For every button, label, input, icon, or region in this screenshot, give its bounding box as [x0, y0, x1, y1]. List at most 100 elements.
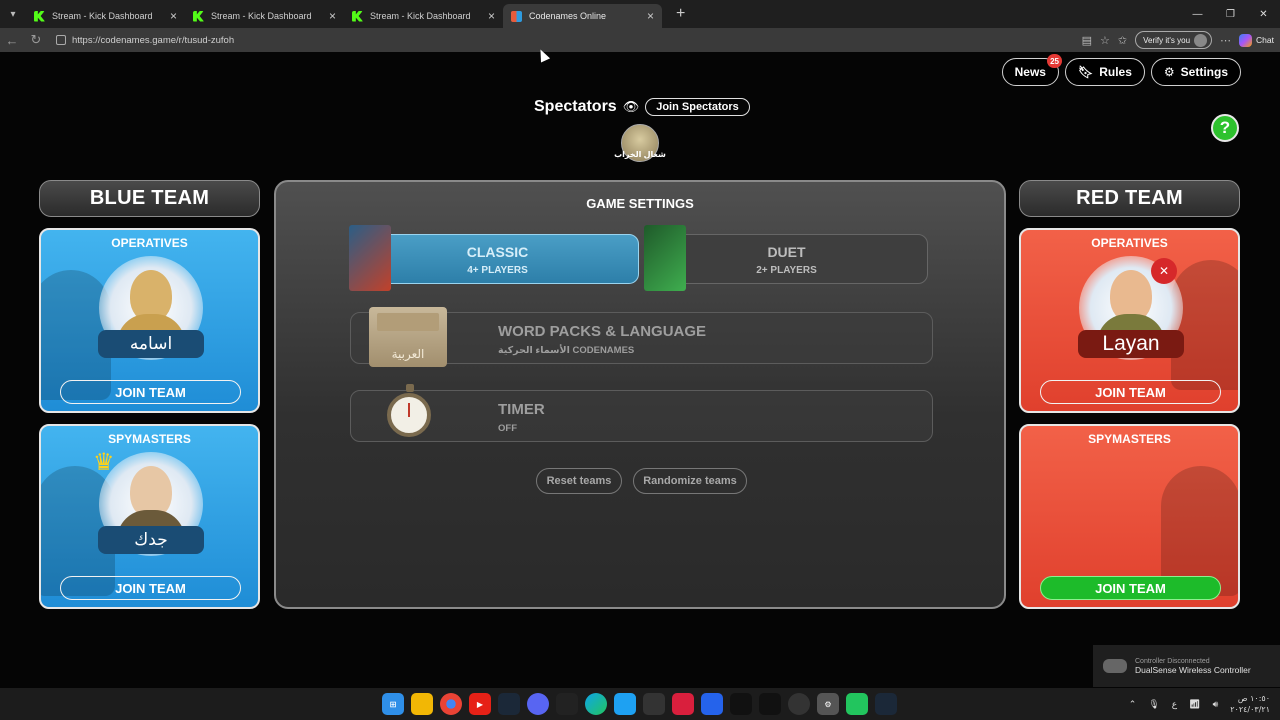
background-character: [1171, 260, 1238, 390]
spectators-header: Spectators 👁︎ Join Spectators: [534, 98, 750, 116]
kick-icon: [193, 10, 204, 22]
spectator-name: شغال الخراب: [614, 150, 666, 159]
reload-icon[interactable]: ↻: [24, 32, 48, 48]
join-team-button[interactable]: JOIN TEAM: [1040, 576, 1221, 600]
mode-name: DUET: [767, 244, 806, 260]
settings-button[interactable]: ⚙ Settings: [1150, 58, 1241, 86]
mic-icon[interactable]: 🎙︎: [1148, 699, 1159, 710]
chrome-icon[interactable]: [440, 693, 462, 715]
address-bar: ← ↻ https://codenames.game/r/tusud-zufoh…: [0, 28, 1280, 52]
copilot-chat-button[interactable]: Chat: [1239, 33, 1274, 47]
tab-label: Stream - Kick Dashboard: [370, 11, 471, 21]
verify-button[interactable]: Verify it's you: [1135, 31, 1213, 49]
player-name: جدك: [98, 526, 204, 554]
kick-icon: [352, 10, 363, 22]
blue-spymasters-card: SPYMASTERS ♛ جدك JOIN TEAM: [39, 424, 260, 609]
file-explorer-icon[interactable]: [411, 693, 433, 715]
stopwatch-icon: [387, 384, 431, 437]
red-team-title: RED TEAM: [1019, 180, 1240, 217]
randomize-teams-button[interactable]: Randomize teams: [633, 468, 747, 494]
join-spectators-button[interactable]: Join Spectators: [645, 98, 750, 116]
join-team-button[interactable]: JOIN TEAM: [1040, 380, 1221, 404]
steam-icon[interactable]: [498, 693, 520, 715]
url-field[interactable]: https://codenames.game/r/tusud-zufoh: [56, 31, 1106, 49]
duet-mode-option[interactable]: DUET 2+ PLAYERS: [644, 225, 928, 291]
timer-option[interactable]: TIMER OFF: [350, 384, 933, 442]
browser-tab[interactable]: Stream - Kick Dashboard ×: [185, 4, 344, 28]
reset-teams-button[interactable]: Reset teams: [536, 468, 622, 494]
settings-app-icon[interactable]: ⚙: [817, 693, 839, 715]
back-icon[interactable]: ←: [0, 33, 24, 48]
clock[interactable]: ١٠:٥٠ ص ٢٠٢٤/٠٣/٢١: [1230, 693, 1270, 715]
tab-actions-menu-icon[interactable]: ▾: [0, 0, 26, 28]
blue-team-title: BLUE TEAM: [39, 180, 260, 217]
role-label: SPYMASTERS: [108, 432, 191, 446]
favorites-icon[interactable]: ✩: [1118, 34, 1127, 47]
steam-icon[interactable]: [875, 693, 897, 715]
app-icon[interactable]: [672, 693, 694, 715]
app-icon[interactable]: [643, 693, 665, 715]
classic-mode-option[interactable]: CLASSIC 4+ PLAYERS: [349, 225, 639, 291]
language-box-label: العربية: [391, 347, 425, 361]
close-icon[interactable]: ×: [488, 9, 495, 23]
game-settings-title: GAME SETTINGS: [586, 196, 694, 211]
help-button[interactable]: ?: [1211, 114, 1239, 142]
codenames-page: News 25 🔖︎ Rules ⚙ Settings Spectators 👁…: [0, 52, 1280, 688]
discord-icon[interactable]: [527, 693, 549, 715]
red-operatives-card: OPERATIVES ✕ Layan JOIN TEAM: [1019, 228, 1240, 413]
chevron-up-icon[interactable]: ⌃: [1129, 699, 1137, 710]
controller-toast[interactable]: Controller Disconnected DualSense Wirele…: [1093, 645, 1280, 687]
language-pack-box: العربية: [369, 307, 447, 367]
site-info-icon[interactable]: [56, 35, 66, 45]
join-team-button[interactable]: JOIN TEAM: [60, 576, 241, 600]
app-icon[interactable]: [730, 693, 752, 715]
join-team-button[interactable]: JOIN TEAM: [60, 380, 241, 404]
youtube-icon[interactable]: ▶: [469, 693, 491, 715]
toast-line2: DualSense Wireless Controller: [1135, 664, 1251, 675]
restore-icon[interactable]: ❐: [1214, 9, 1247, 20]
shield-icon[interactable]: [701, 693, 723, 715]
settings-label: Settings: [1180, 65, 1228, 79]
app-icon[interactable]: [759, 693, 781, 715]
volume-icon[interactable]: 🔊︎: [1213, 699, 1219, 710]
reader-icon[interactable]: ▤: [1082, 34, 1092, 47]
browser-tab[interactable]: Stream - Kick Dashboard ×: [26, 4, 185, 28]
browser-tab[interactable]: Stream - Kick Dashboard ×: [344, 4, 503, 28]
toast-line1: Controller Disconnected: [1135, 657, 1210, 665]
more-icon[interactable]: ⋯: [1220, 34, 1231, 47]
browser-tab-bar: ▾ Stream - Kick Dashboard × Stream - Kic…: [0, 0, 1280, 28]
new-tab-icon[interactable]: +: [676, 5, 685, 23]
word-packs-option[interactable]: العربية WORD PACKS & LANGUAGE الأسماء ال…: [350, 307, 933, 367]
start-icon[interactable]: ⊞: [382, 693, 404, 715]
timer-title: TIMER: [498, 401, 545, 418]
call-of-duty-icon[interactable]: [556, 693, 578, 715]
app-icon[interactable]: [788, 693, 810, 715]
close-icon[interactable]: ×: [647, 9, 654, 23]
close-icon[interactable]: ×: [170, 9, 177, 23]
mode-players: 2+ PLAYERS: [756, 265, 817, 276]
minimize-icon[interactable]: —: [1181, 9, 1214, 20]
wifi-icon[interactable]: 📶︎: [1189, 699, 1200, 710]
close-icon[interactable]: ×: [329, 9, 336, 23]
toast-text: Controller Disconnected DualSense Wirele…: [1135, 658, 1251, 675]
rules-button[interactable]: 🔖︎ Rules: [1064, 58, 1145, 86]
close-window-icon[interactable]: ✕: [1247, 9, 1280, 20]
box-lid: [377, 313, 439, 331]
news-button[interactable]: News 25: [1001, 54, 1062, 86]
app-icon[interactable]: [846, 693, 868, 715]
chat-label: Chat: [1256, 35, 1274, 45]
language-indicator[interactable]: ع: [1172, 699, 1177, 710]
spectators-title: Spectators: [534, 98, 617, 115]
tab-label: Codenames Online: [529, 11, 607, 21]
top-nav: News 25 🔖︎ Rules ⚙ Settings: [1001, 54, 1241, 86]
app-icon[interactable]: [614, 693, 636, 715]
toolbar-right: ▤ ☆ ✩ Verify it's you ⋯ Chat: [1082, 30, 1274, 50]
favorite-star-icon[interactable]: ☆: [1100, 34, 1110, 47]
clock-time: ١٠:٥٠ ص: [1237, 694, 1270, 703]
window-controls: — ❐ ✕: [1181, 0, 1280, 28]
gear-icon: ⚙: [1163, 65, 1175, 79]
red-spymasters-card: SPYMASTERS JOIN TEAM: [1019, 424, 1240, 609]
browser-tab-active[interactable]: Codenames Online ×: [503, 4, 662, 28]
system-tray: ⌃ 🎙︎ ع 📶︎ 🔊︎ ١٠:٥٠ ص ٢٠٢٤/٠٣/٢١: [1129, 688, 1270, 720]
edge-icon[interactable]: [585, 693, 607, 715]
